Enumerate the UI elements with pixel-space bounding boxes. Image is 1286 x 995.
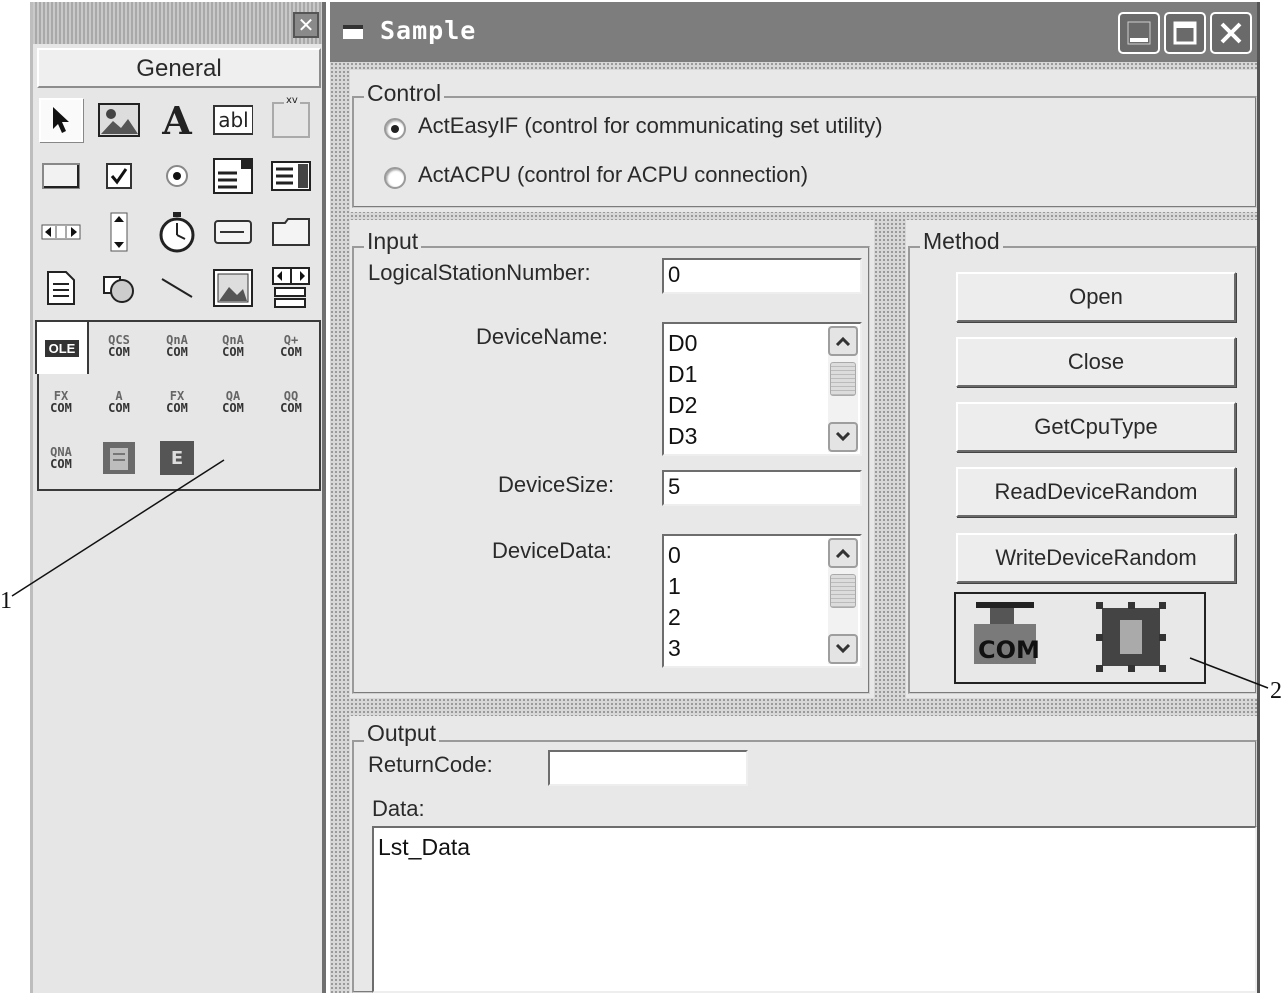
callout-label-2: 2: [1270, 678, 1282, 704]
callout-label-1: 1: [0, 588, 12, 614]
callout-lines: [11, 459, 1269, 689]
